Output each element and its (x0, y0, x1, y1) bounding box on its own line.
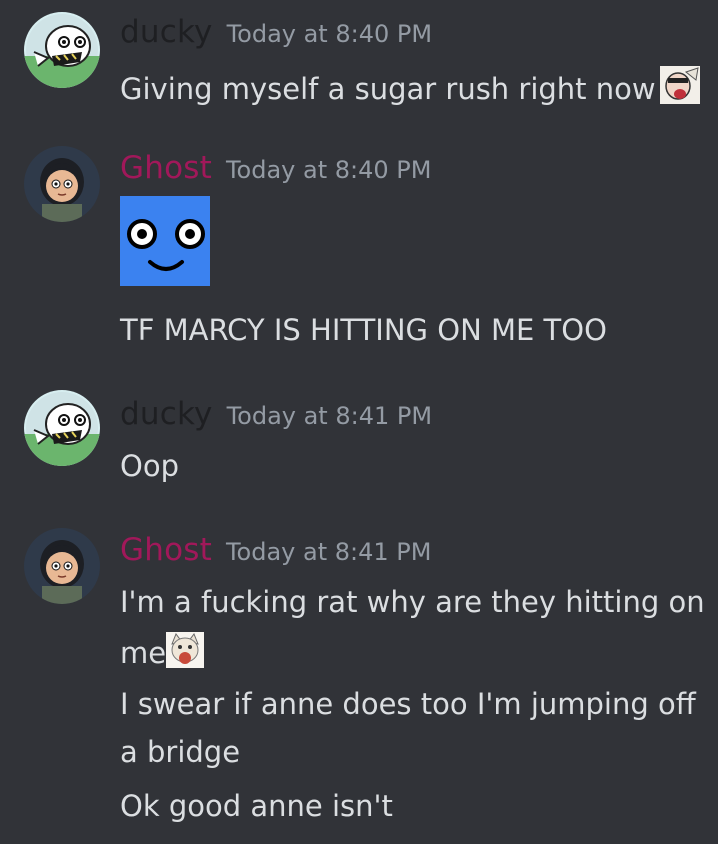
screaming-cat-emoji-icon[interactable] (166, 632, 205, 676)
message-text: Oop (120, 449, 179, 483)
message-text: Giving myself a sugar rush right now (120, 66, 700, 112)
message-text: I swear if anne does too I'm jumping off (120, 687, 696, 721)
cartoon-girl-avatar-icon (24, 146, 100, 222)
screaming-character-emoji-icon[interactable] (659, 66, 700, 112)
message-text: Ok good anne isn't (120, 789, 393, 823)
username[interactable]: ducky (120, 396, 213, 432)
avatar[interactable] (24, 528, 100, 604)
timestamp: Today at 8:41 PM (226, 402, 433, 430)
username[interactable]: Ghost (120, 532, 212, 568)
cartoon-girl-avatar-icon (24, 528, 100, 604)
blue-face-sticker-icon[interactable] (120, 196, 210, 286)
message-text: I'm a fucking rat why are they hitting o… (120, 585, 705, 619)
avatar[interactable] (24, 12, 100, 88)
timestamp: Today at 8:40 PM (226, 20, 433, 48)
avatar[interactable] (24, 146, 100, 222)
goose-avatar-icon (24, 12, 100, 88)
username[interactable]: ducky (120, 14, 213, 50)
message-text: a bridge (120, 735, 241, 769)
message-text: me (120, 632, 205, 676)
timestamp: Today at 8:40 PM (225, 156, 432, 184)
message-text: TF MARCY IS HITTING ON ME TOO (120, 313, 607, 347)
avatar[interactable] (24, 390, 100, 466)
timestamp: Today at 8:41 PM (225, 538, 432, 566)
username[interactable]: Ghost (120, 150, 212, 186)
goose-avatar-icon (24, 390, 100, 466)
